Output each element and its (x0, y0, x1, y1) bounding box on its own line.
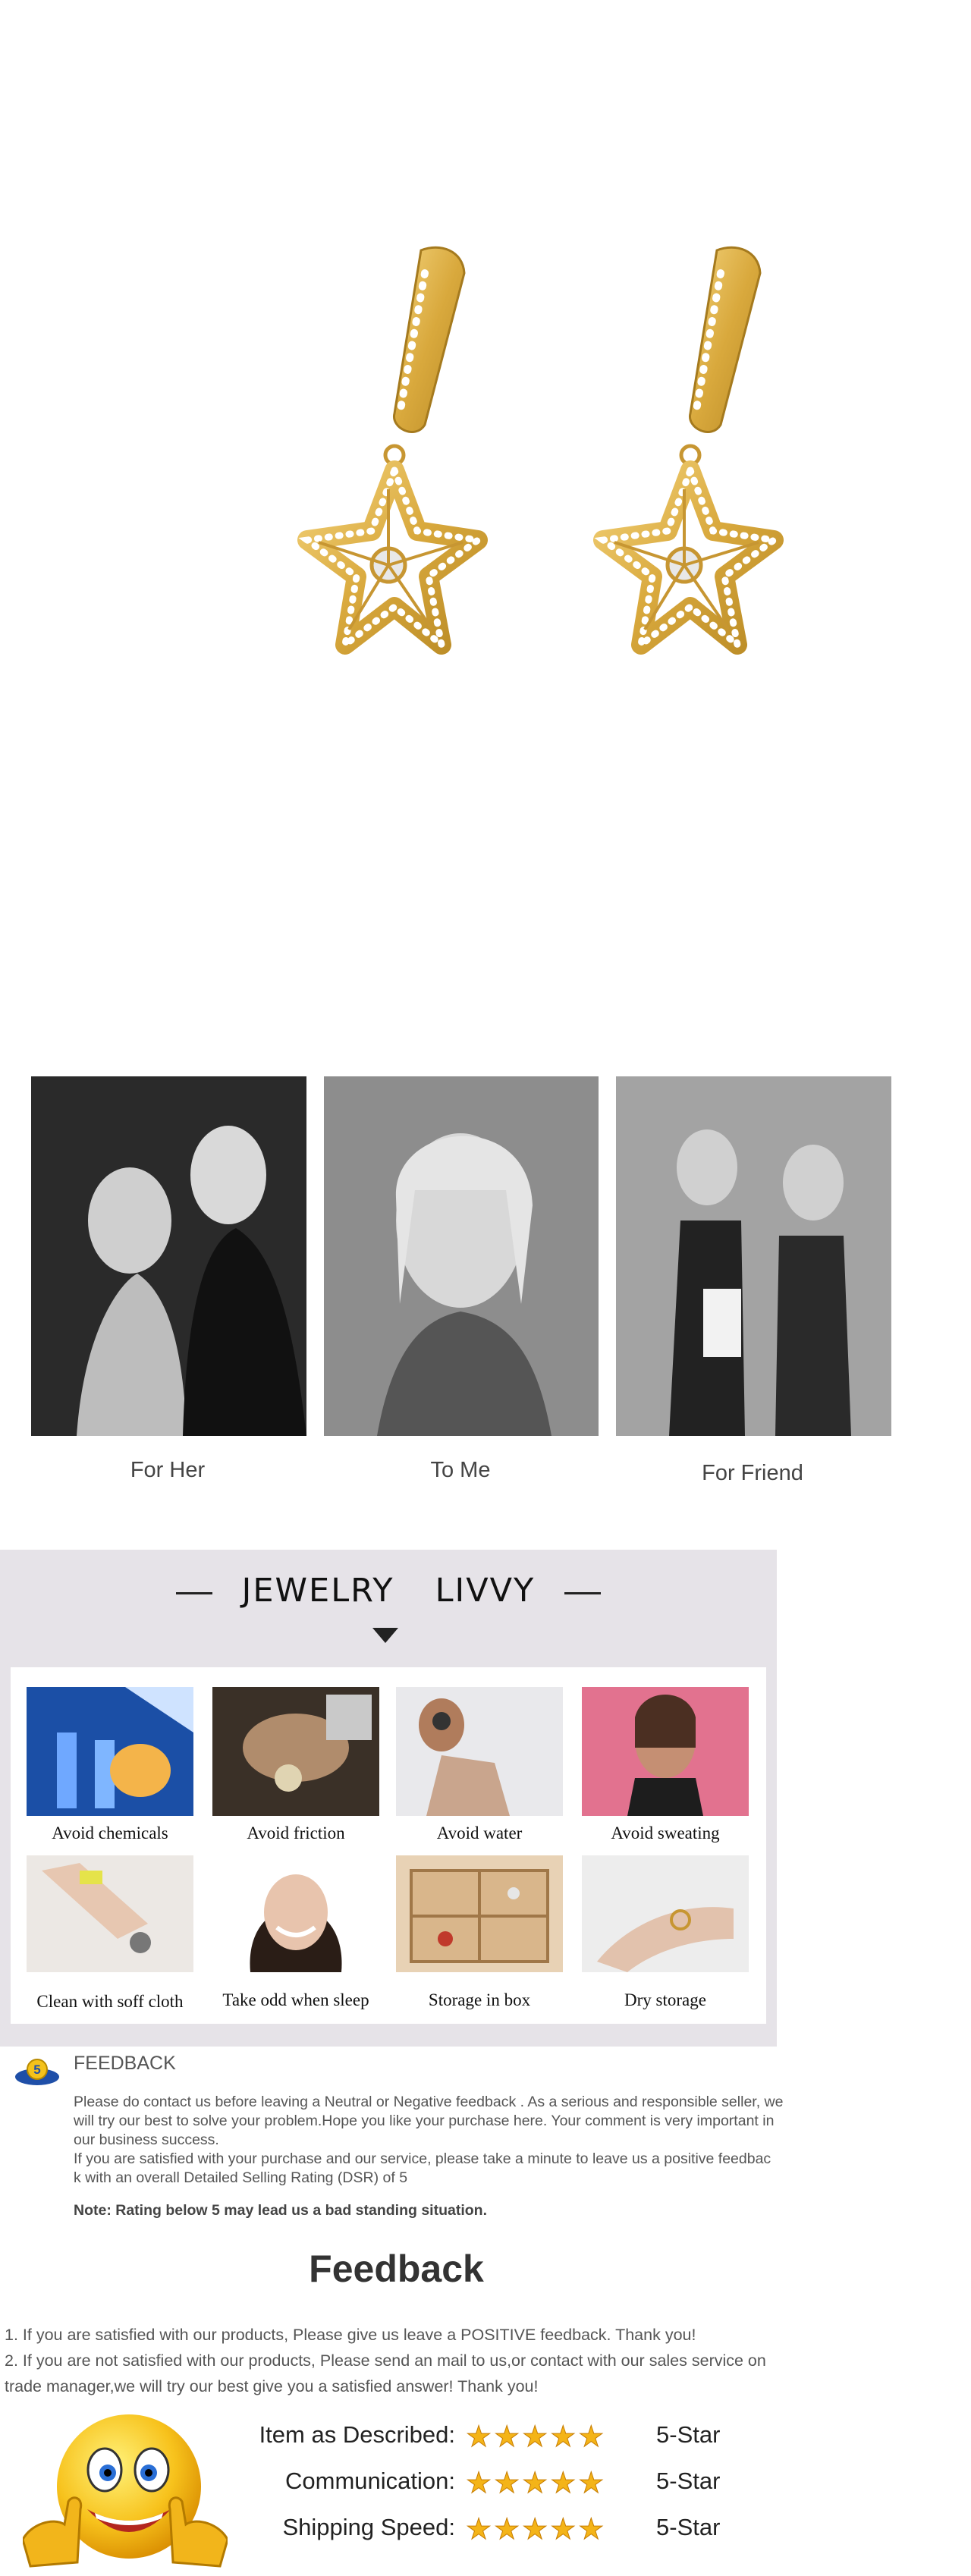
feedback-title: Feedback (309, 2248, 484, 2290)
rating-row-communication: Communication: ★★★★★ 5-Star (212, 2468, 819, 2501)
brand-right: LIVVY (435, 1572, 536, 1610)
feedback-notice-para1-line3: our business success. (74, 2131, 219, 2148)
feedback-notice-para2-line2: k with an overall Detailed Selling Ratin… (74, 2169, 408, 2186)
tip-label-box-storage: Storage in box (428, 1990, 531, 2009)
feedback-notice-note: Note: Rating below 5 may lead us a bad s… (74, 2202, 487, 2219)
rating-value: 5-Star (656, 2421, 721, 2448)
rating-label: Item as Described: (259, 2421, 455, 2448)
tip-label-sweating: Avoid sweating (611, 1824, 720, 1842)
tip-label-friction: Avoid friction (247, 1824, 345, 1842)
tip-label-dry-storage: Dry storage (624, 1990, 706, 2009)
photo-woman (324, 1076, 599, 1436)
tip-image-chemicals (27, 1687, 193, 1816)
rating-row-item-as-described: Item as Described: ★★★★★ 5-Star (212, 2421, 819, 2455)
tip-image-soft-cloth (27, 1855, 193, 1972)
left-earring (297, 246, 488, 655)
rating-label: Shipping Speed: (282, 2514, 455, 2540)
thumbs-up-smiley-icon (23, 2414, 228, 2568)
tip-image-box-storage (396, 1855, 563, 1972)
tip-image-water (396, 1687, 563, 1816)
caption-to-me: To Me (430, 1458, 491, 1482)
tip-image-friction (212, 1687, 379, 1816)
tip-image-sweating (582, 1687, 749, 1816)
feedback-line-3: trade manager,we will try our best give … (5, 2377, 539, 2395)
tip-image-dry-storage (582, 1855, 749, 1972)
feedback-notice-heading: FEEDBACK (74, 2053, 176, 2074)
feedback-line-1: 1. If you are satisfied with our product… (5, 2326, 696, 2344)
tip-label-sleep: Take odd when sleep (222, 1990, 369, 2009)
badge-number: 5 (33, 2062, 40, 2077)
triangle-down-icon (372, 1628, 398, 1643)
caption-for-her: For Her (130, 1458, 206, 1482)
tip-label-chemicals: Avoid chemicals (52, 1824, 168, 1842)
rating-value: 5-Star (656, 2468, 721, 2494)
star-rating-icons: ★★★★★ (465, 2468, 607, 2500)
photo-friends (616, 1076, 891, 1436)
feedback-line-2: 2. If you are not satisfied with our pro… (5, 2351, 766, 2370)
caption-for-friend: For Friend (702, 1461, 803, 1485)
feedback-notice-para1-line1: Please do contact us before leaving a Ne… (74, 2094, 784, 2110)
rating-value: 5-Star (656, 2514, 721, 2540)
tip-image-sleep (212, 1855, 379, 1972)
rating-row-shipping-speed: Shipping Speed: ★★★★★ 5-Star (212, 2514, 819, 2547)
rating-label: Communication: (285, 2468, 455, 2494)
care-panel-title: JEWELRY LIVVY (0, 1572, 777, 1610)
brand-left: JEWELRY (241, 1572, 394, 1610)
tip-label-soft-cloth: Clean with soff cloth (36, 1992, 184, 2011)
star-rating-icons: ★★★★★ (465, 2421, 607, 2454)
star-rating-icons: ★★★★★ (465, 2514, 607, 2546)
right-earring (593, 246, 784, 655)
feedback-notice-para2-line1: If you are satisfied with your purchase … (74, 2150, 771, 2167)
five-star-badge-icon: 5 (15, 2059, 59, 2085)
feedback-notice-para1-line2: will try our best to solve your problem.… (74, 2113, 775, 2129)
photo-couple (31, 1076, 306, 1436)
tip-label-water: Avoid water (436, 1824, 523, 1842)
product-photo-star-earrings (0, 0, 971, 1016)
